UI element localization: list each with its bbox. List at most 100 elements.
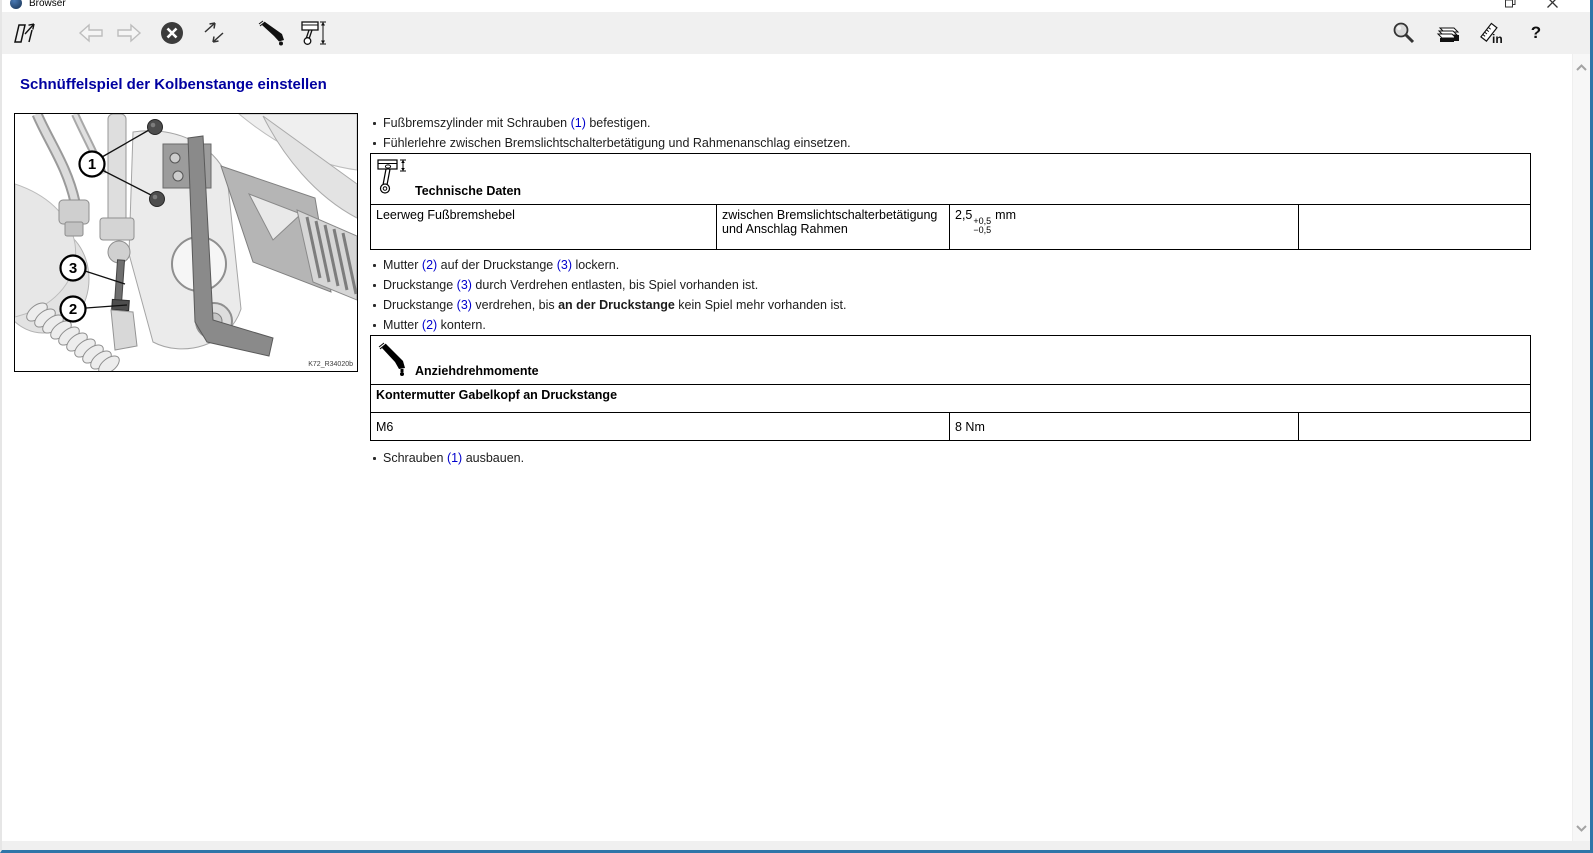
figure-caption: K72_R34020b <box>308 361 353 368</box>
technical-data-button[interactable] <box>300 19 328 47</box>
help-icon: ? <box>1531 23 1541 43</box>
step-text-segment: verdrehen, bis <box>472 298 558 312</box>
app-icon <box>10 0 22 9</box>
step-text: Fußbremszylinder mit Schrauben (1) befes… <box>383 113 651 133</box>
instruction-column: Fußbremszylinder mit Schrauben (1) befes… <box>370 113 1530 468</box>
sync-button[interactable] <box>200 19 228 47</box>
restore-icon <box>1505 0 1516 8</box>
restore-button[interactable] <box>1504 0 1516 8</box>
part-reference-link[interactable]: (3) <box>557 258 572 272</box>
unit-conversion-button[interactable]: in <box>1478 19 1506 47</box>
scroll-down-button[interactable] <box>1573 819 1590 837</box>
instruction-step: Druckstange (3) verdrehen, bis an der Dr… <box>370 295 1530 315</box>
technical-illustration: 1 3 2 K72_R34020b <box>14 113 358 372</box>
search-icon <box>1391 20 1417 46</box>
step-text-segment: befestigen. <box>586 116 651 130</box>
table-cell: M6 <box>371 413 950 441</box>
print-icon <box>1434 20 1462 46</box>
torque-wrench-icon <box>258 20 286 46</box>
part-reference-link[interactable]: (2) <box>422 258 437 272</box>
torque-item-label: Kontermutter Gabelkopf an Druckstange <box>371 385 1531 413</box>
instruction-step: Fühlerlehre zwischen Bremslichtschalterb… <box>370 133 1530 153</box>
unit-label: mm <box>995 208 1016 222</box>
toolbar: in ? <box>2 12 1590 55</box>
torque-wrench-icon <box>377 342 409 379</box>
search-button[interactable] <box>1390 19 1418 47</box>
step-text: Fühlerlehre zwischen Bremslichtschalterb… <box>383 133 851 153</box>
table-cell-value: 2,5+0,5−0,5mm <box>950 205 1299 250</box>
step-text-segment: Fühlerlehre zwischen Bremslichtschalterb… <box>383 136 851 150</box>
bullet-icon <box>373 264 376 267</box>
table-cell: Leerweg Fußbremshebel <box>371 205 717 250</box>
tolerance-limits: +0,5−0,5 <box>973 217 991 235</box>
step-text: Druckstange (3) durch Verdrehen entlaste… <box>383 275 758 295</box>
step-text-segment: Schrauben <box>383 451 447 465</box>
part-reference-link[interactable]: (3) <box>457 278 472 292</box>
stop-icon <box>160 21 184 45</box>
exit-button[interactable] <box>11 19 39 47</box>
table-cell <box>1299 413 1531 441</box>
svg-text:in: in <box>1492 32 1503 46</box>
piston-data-icon <box>300 20 328 46</box>
exit-icon <box>12 21 38 45</box>
table-cell: 8 Nm <box>950 413 1299 441</box>
bullet-icon <box>373 122 376 125</box>
callout-2: 2 <box>69 301 77 318</box>
emphasis-text: an der Druckstange <box>558 298 675 312</box>
torque-table: Anziehdrehmomente Kontermutter Gabelkopf… <box>370 335 1531 441</box>
sync-arrows-icon <box>202 21 226 45</box>
horizontal-scrollbar-track <box>2 841 1590 850</box>
part-reference-link[interactable]: (1) <box>571 116 586 130</box>
step-text-segment: auf der Druckstange <box>437 258 557 272</box>
page-title: Schnüffelspiel der Kolbenstange einstell… <box>20 76 327 93</box>
table-cell: zwischen Bremslichtschalterbetätigung un… <box>717 205 950 250</box>
step-text: Druckstange (3) verdrehen, bis an der Dr… <box>383 295 846 315</box>
window-title: Browser <box>29 0 66 10</box>
step-text-segment: Mutter <box>383 318 422 332</box>
step-text-segment: durch Verdrehen entlasten, bis Spiel vor… <box>472 278 758 292</box>
forward-arrow-icon <box>116 22 142 44</box>
vertical-scrollbar-track[interactable] <box>1572 54 1590 841</box>
bullet-icon <box>373 142 376 145</box>
step-text-segment: Mutter <box>383 258 422 272</box>
bullet-icon <box>373 324 376 327</box>
instruction-step: Druckstange (3) durch Verdrehen entlaste… <box>370 275 1530 295</box>
figure-image: 1 3 2 K72_R34020b <box>15 114 357 371</box>
callout-3: 3 <box>69 260 77 277</box>
bullet-icon <box>373 304 376 307</box>
step-text: Schrauben (1) ausbauen. <box>383 448 524 468</box>
callout-1: 1 <box>88 156 96 173</box>
document-view: Schnüffelspiel der Kolbenstange einstell… <box>2 54 1573 841</box>
technical-data-table: Technische Daten Leerweg Fußbremshebel z… <box>370 153 1531 250</box>
back-arrow-icon <box>78 22 104 44</box>
step-text: Mutter (2) auf der Druckstange (3) locke… <box>383 255 619 275</box>
piston-data-icon <box>377 157 407 200</box>
close-icon <box>1547 0 1558 8</box>
step-text-segment: ausbauen. <box>462 451 524 465</box>
table-cell <box>1299 205 1531 250</box>
bullet-icon <box>373 457 376 460</box>
stop-button[interactable] <box>158 19 186 47</box>
torque-values-button[interactable] <box>258 19 286 47</box>
table-title: Anziehdrehmomente <box>415 364 539 378</box>
back-button[interactable] <box>77 19 105 47</box>
chevron-up-icon <box>1575 63 1588 72</box>
step-text-segment: lockern. <box>572 258 619 272</box>
table-title: Technische Daten <box>415 184 521 198</box>
step-text-segment: kontern. <box>437 318 486 332</box>
step-text-segment: kein Spiel mehr vorhanden ist. <box>675 298 847 312</box>
part-reference-link[interactable]: (2) <box>422 318 437 332</box>
forward-button[interactable] <box>115 19 143 47</box>
step-text: Mutter (2) kontern. <box>383 315 486 335</box>
bullet-icon <box>373 284 376 287</box>
part-reference-link[interactable]: (3) <box>457 298 472 312</box>
step-text-segment: Druckstange <box>383 298 457 312</box>
step-text-segment: Druckstange <box>383 278 457 292</box>
scroll-up-button[interactable] <box>1573 58 1590 76</box>
print-button[interactable] <box>1434 19 1462 47</box>
instruction-step: Schrauben (1) ausbauen. <box>370 448 1530 468</box>
chevron-down-icon <box>1575 824 1588 833</box>
part-reference-link[interactable]: (1) <box>447 451 462 465</box>
close-button[interactable] <box>1546 0 1558 8</box>
help-button[interactable]: ? <box>1522 19 1550 47</box>
